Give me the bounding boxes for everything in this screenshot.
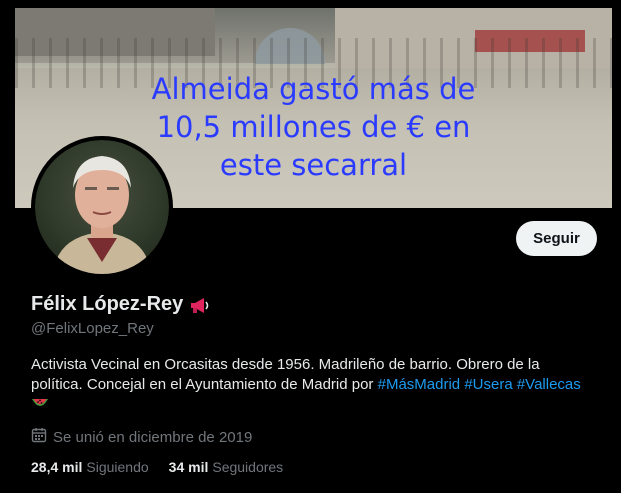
hashtag-link[interactable]: #MásMadrid [378,376,461,393]
followers-label: Seguidores [212,459,284,475]
avatar-portrait [53,156,151,274]
following-link[interactable]: 28,4 mil Siguiendo [31,459,149,475]
left-rail [0,0,15,493]
top-edge [0,0,621,8]
follow-button[interactable]: Seguir [516,221,597,256]
followers-count: 34 mil [168,459,209,475]
joined-text: Se unió en diciembre de 2019 [53,428,253,446]
profile-bio: Activista Vecinal en Orcasitas desde 195… [31,355,591,417]
following-label: Siguiendo [86,459,149,475]
megaphone-icon [189,295,211,315]
profile-name-row: Félix López-Rey [31,293,211,316]
profile-avatar[interactable] [31,136,173,278]
profile-handle: @FelixLopez_Rey [31,320,154,337]
joined-date: Se unió en diciembre de 2019 [31,427,252,447]
banner-line-1: Almeida gastó más de [151,72,476,106]
watermelon-icon [31,397,49,417]
right-rail [612,0,621,493]
hashtag-link[interactable]: #Usera [464,376,512,393]
following-count: 28,4 mil [31,459,83,475]
calendar-icon [31,427,47,447]
follow-stats: 28,4 mil Siguiendo 34 mil Seguidores [31,459,283,475]
display-name: Félix López-Rey [31,293,184,315]
hashtag-link[interactable]: #Vallecas [517,376,581,393]
followers-link[interactable]: 34 mil Seguidores [169,459,284,475]
